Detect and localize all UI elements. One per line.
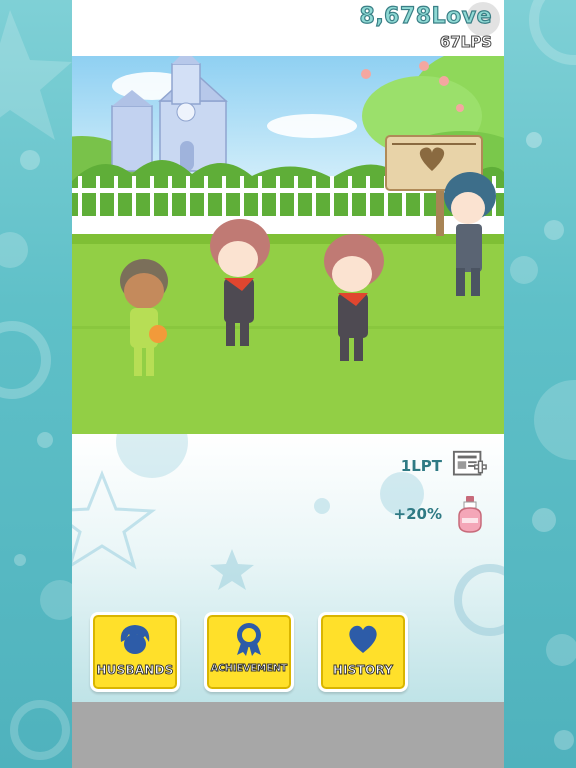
achievement-button[interactable]: ACHIEVEMENT bbox=[204, 612, 294, 692]
game-screen: 8,678Love 67LPS 1LPT +20% HUSBANDS ACHIE… bbox=[72, 0, 504, 768]
hud-bar: 8,678Love 67LPS bbox=[72, 0, 504, 56]
boost-stat[interactable]: +20% bbox=[393, 496, 488, 533]
history-label: HISTORY bbox=[332, 663, 394, 678]
potion-bottle-icon bbox=[452, 496, 488, 533]
right-decor-panel bbox=[504, 0, 576, 768]
husbands-button[interactable]: HUSBANDS bbox=[90, 612, 180, 692]
newspaper-plus-icon bbox=[452, 448, 488, 484]
right-bubble-pattern bbox=[510, 0, 576, 750]
bottom-ad-bar bbox=[72, 702, 504, 768]
left-star-pattern bbox=[0, 10, 72, 760]
garden-scene[interactable] bbox=[72, 56, 504, 434]
left-decor-panel bbox=[0, 0, 72, 768]
history-button[interactable]: HISTORY bbox=[318, 612, 408, 692]
heart-icon bbox=[343, 621, 383, 657]
lpt-value: 1LPT bbox=[400, 457, 442, 475]
ribbon-medal-icon bbox=[229, 621, 269, 657]
love-counter: 8,678Love bbox=[359, 3, 492, 29]
husbands-label: HUSBANDS bbox=[96, 663, 174, 678]
husband-head-icon bbox=[115, 621, 155, 657]
lpt-stat[interactable]: 1LPT bbox=[401, 448, 488, 484]
love-per-second: 67LPS bbox=[439, 33, 492, 52]
boost-value: +20% bbox=[393, 505, 442, 523]
achievement-label: ACHIEVEMENT bbox=[210, 663, 288, 675]
